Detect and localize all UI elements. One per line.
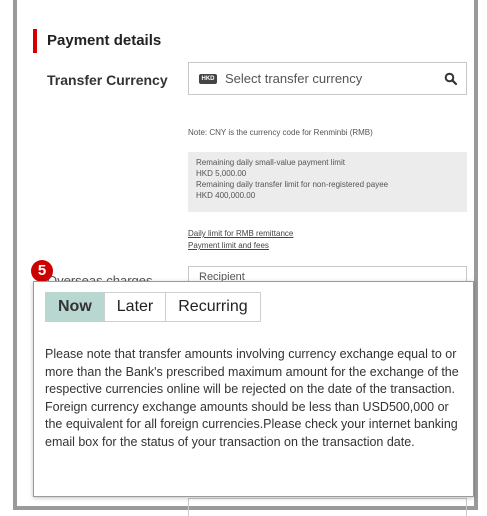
section-title: Payment details [47, 32, 162, 49]
timing-tabs: Now Later Recurring [45, 292, 261, 322]
tooltip-message: Please note that transfer amounts involv… [45, 347, 459, 449]
transfer-currency-placeholder: Select transfer currency [225, 71, 363, 86]
limits-box: Remaining daily small-value payment limi… [188, 152, 467, 212]
daily-limit-rmb-link[interactable]: Daily limit for RMB remittance [188, 229, 293, 238]
next-field[interactable] [188, 498, 467, 516]
tab-later[interactable]: Later [103, 292, 167, 322]
payment-limit-fees-link[interactable]: Payment limit and fees [188, 241, 269, 250]
small-value-limit-label: Remaining daily small-value payment limi… [196, 158, 345, 167]
transfer-currency-select[interactable]: HKD Select transfer currency [188, 62, 467, 95]
step-badge: 5 [31, 260, 53, 282]
tab-now[interactable]: Now [45, 292, 105, 322]
transfer-currency-label: Transfer Currency [47, 72, 168, 88]
timing-tooltip: Now Later Recurring Please note that tra… [33, 281, 474, 497]
tab-recurring[interactable]: Recurring [165, 292, 261, 322]
small-value-limit-amount: HKD 5,000.00 [196, 169, 247, 178]
currency-card-icon: HKD [199, 74, 217, 84]
transfer-limit-amount: HKD 400,000.00 [196, 191, 256, 200]
transfer-limit-label: Remaining daily transfer limit for non-r… [196, 180, 389, 189]
chevron-down-icon: ⌄ [199, 270, 208, 281]
currency-note: Note: CNY is the currency code for Renmi… [188, 128, 373, 137]
section-accent-bar [33, 29, 37, 53]
search-icon[interactable] [444, 72, 458, 86]
